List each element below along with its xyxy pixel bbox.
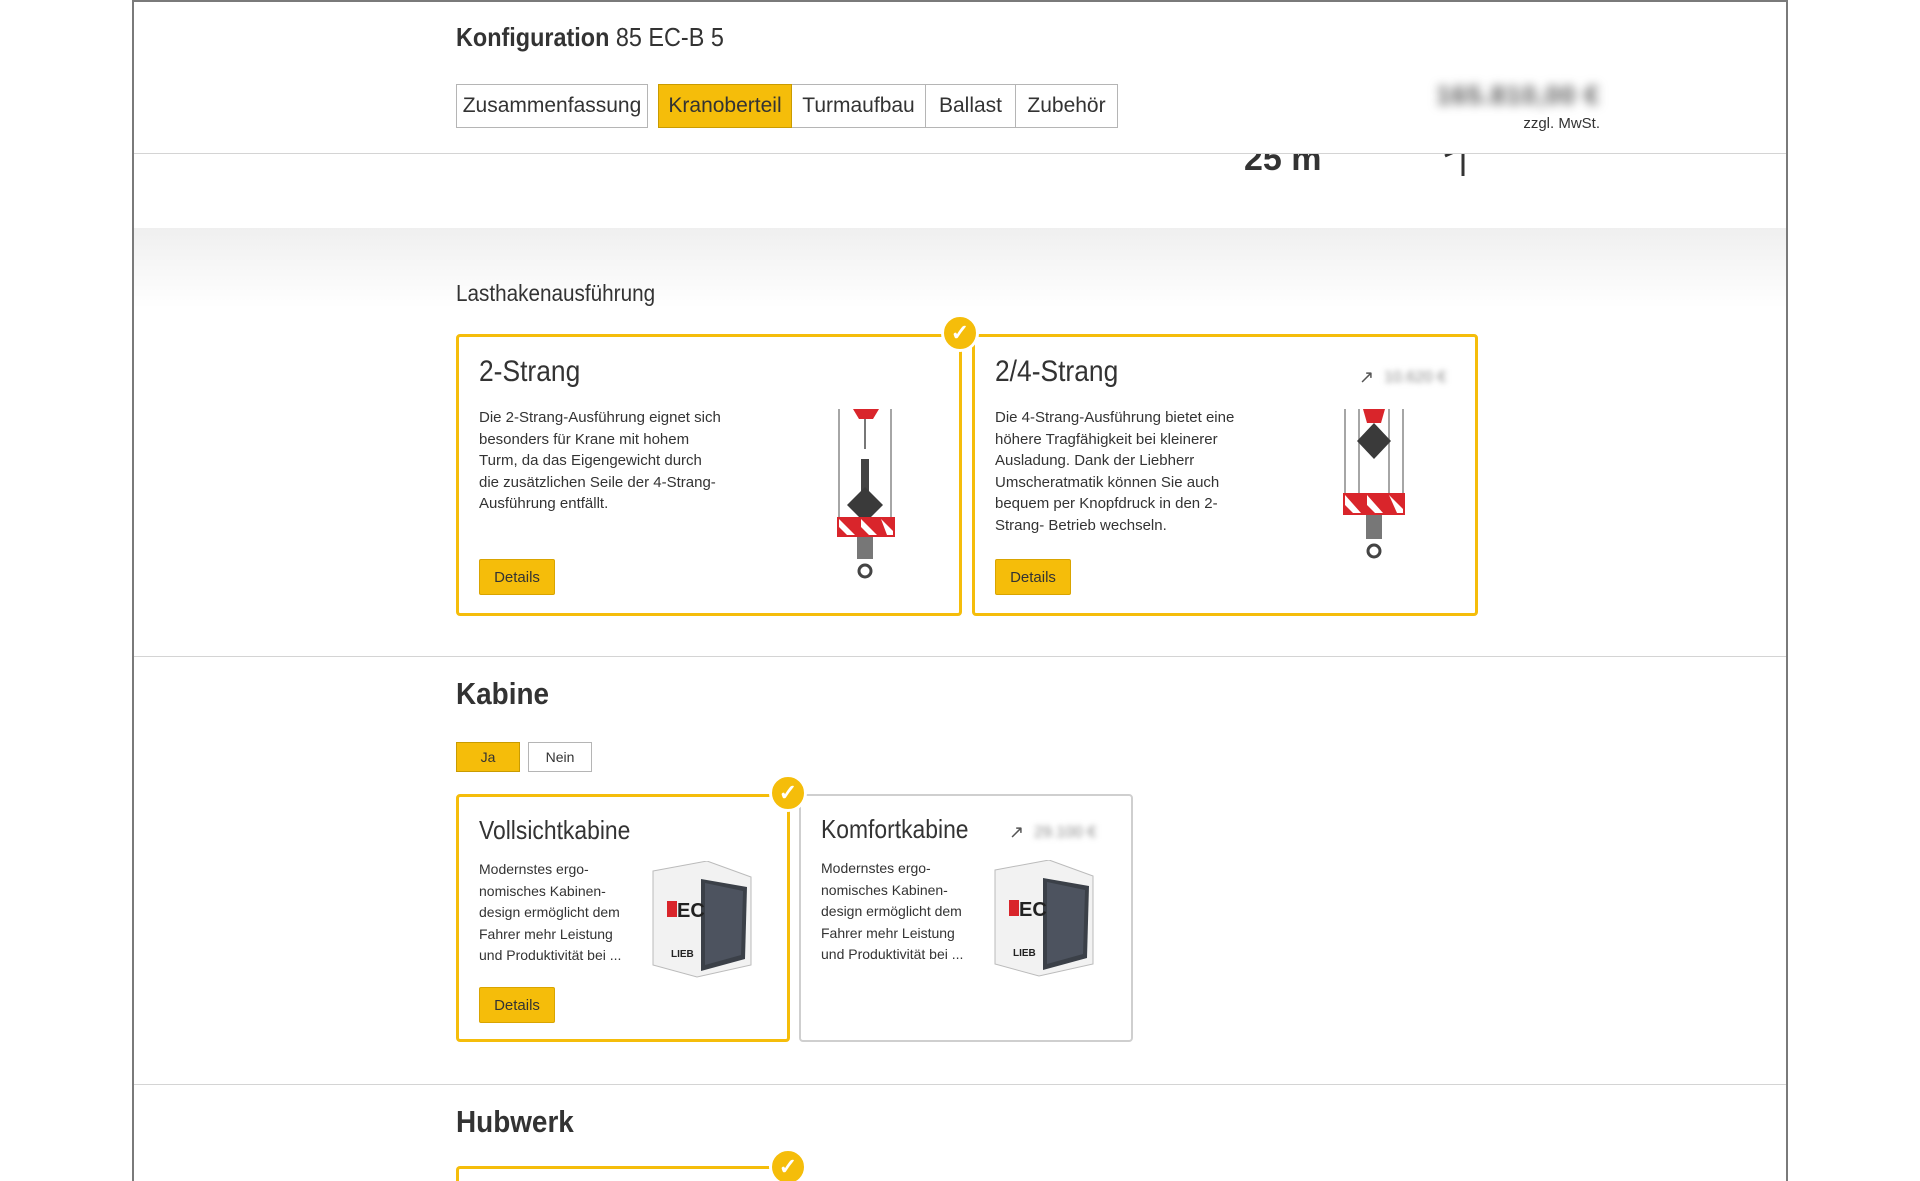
desc-line: und Produktivität bei ... xyxy=(479,947,622,963)
desc-line: Die 2-Strang-Ausführung eignet sich xyxy=(479,409,721,426)
vat-note: zzgl. MwSt. xyxy=(1523,115,1600,132)
total-price-value: 165.810,00 € xyxy=(1436,80,1600,110)
selected-check-icon: ✓ xyxy=(769,1148,807,1181)
cabin-image: EC LIEB xyxy=(994,860,1094,977)
desc-line: die zusätzlichen Seile der 4-Strang- xyxy=(479,473,716,491)
config-tabs: Zusammenfassung Kranoberteil Turmaufbau … xyxy=(456,84,1118,128)
option-price: ↗ 10.620 € xyxy=(1359,367,1446,388)
cabin-image: EC LIEB xyxy=(652,861,752,978)
selected-check-icon: ✓ xyxy=(769,774,807,812)
toggle-nein[interactable]: Nein xyxy=(528,742,592,772)
desc-line: Fahrer mehr Leistung xyxy=(821,924,955,941)
tab-kranoberteil[interactable]: Kranoberteil xyxy=(658,84,792,128)
arrow-up-right-icon: ↗ xyxy=(1359,367,1375,387)
page-title-bold: Konfiguration xyxy=(456,22,610,52)
toggle-ja[interactable]: Ja xyxy=(456,742,520,772)
option-description: Die 4-Strang-Ausführung bietet eine höhe… xyxy=(995,407,1234,536)
option-description: Modernstes ergo- nomisches Kabinen- desi… xyxy=(479,859,621,967)
svg-text:EC: EC xyxy=(1019,899,1047,921)
svg-text:LIEB: LIEB xyxy=(1013,948,1036,959)
desc-line: Fahrer mehr Leistung xyxy=(479,925,613,942)
tab-zusammenfassung[interactable]: Zusammenfassung xyxy=(456,84,648,128)
desc-line: Modernstes ergo- xyxy=(821,860,931,876)
section-band xyxy=(134,228,1786,308)
option-title: 2/4-Strang xyxy=(995,355,1119,388)
desc-line: Strang- Betrieb wechseln. xyxy=(995,516,1167,534)
arrow-up-right-icon: ↗ xyxy=(1009,822,1025,842)
desc-line: design ermöglicht dem xyxy=(821,903,962,919)
tab-turmaufbau[interactable]: Turmaufbau xyxy=(792,84,926,128)
desc-line: design ermöglicht dem xyxy=(479,904,620,920)
four-fall-hook-image xyxy=(1343,409,1405,559)
desc-line: Umscheratmatik können Sie auch xyxy=(995,473,1220,491)
desc-line: Ausführung entfällt. xyxy=(479,495,609,512)
desc-line: Die 4-Strang-Ausführung bietet eine xyxy=(995,409,1235,426)
tab-ballast[interactable]: Ballast xyxy=(926,84,1016,128)
option-title: Komfortkabine xyxy=(821,814,969,844)
desc-line: Ausladung. Dank der Liebherr xyxy=(995,452,1195,469)
option-card-vollsichtkabine[interactable]: Vollsichtkabine Modernstes ergo- nomisch… xyxy=(456,794,790,1042)
option-description: Die 2-Strang-Ausführung eignet sich beso… xyxy=(479,407,721,515)
option-title: 2-Strang xyxy=(479,355,581,388)
desc-line: bequem per Knopfdruck in den 2- xyxy=(995,495,1218,512)
section-heading-lasthaken: Lasthakenausführung xyxy=(456,280,656,306)
details-button[interactable]: Details xyxy=(479,987,555,1023)
desc-line: höhere Tragfähigkeit bei kleinerer xyxy=(995,430,1218,448)
option-price-value: 29.100 € xyxy=(1034,823,1097,841)
option-description: Modernstes ergo- nomisches Kabinen- desi… xyxy=(821,858,963,966)
section-heading-kabine: Kabine xyxy=(456,676,550,711)
desc-line: nomisches Kabinen- xyxy=(821,881,948,898)
desc-line: Modernstes ergo- xyxy=(479,861,589,877)
configurator-frame: 25 m Konfiguration 85 EC-B 5 Zusammenfas… xyxy=(132,0,1788,1181)
desc-line: nomisches Kabinen- xyxy=(479,882,606,899)
section-divider xyxy=(134,656,1786,657)
option-title: Vollsichtkabine xyxy=(479,815,631,845)
page-title-model: 85 EC-B 5 xyxy=(615,22,724,52)
details-button[interactable]: Details xyxy=(479,559,555,595)
option-price: ↗ 29.100 € xyxy=(1009,822,1096,843)
section-divider xyxy=(134,1084,1786,1085)
option-card-hubwerk[interactable] xyxy=(456,1166,790,1181)
desc-line: besonders für Krane mit hohem xyxy=(479,430,690,448)
tab-zubehoer[interactable]: Zubehör xyxy=(1016,84,1118,128)
section-heading-hubwerk: Hubwerk xyxy=(456,1104,574,1139)
option-card-komfortkabine[interactable]: Komfortkabine ↗ 29.100 € Modernstes ergo… xyxy=(799,794,1133,1042)
svg-text:EC: EC xyxy=(677,900,705,922)
total-price: 165.810,00 € zzgl. MwSt. xyxy=(1294,80,1600,132)
page-title: Konfiguration 85 EC-B 5 xyxy=(456,22,724,53)
config-header: Konfiguration 85 EC-B 5 Zusammenfassung … xyxy=(134,2,1786,154)
option-card-2-4-strang[interactable]: 2/4-Strang ↗ 10.620 € Die 4-Strang-Ausfü… xyxy=(972,334,1478,616)
details-button[interactable]: Details xyxy=(995,559,1071,595)
desc-line: Turm, da das Eigengewicht durch xyxy=(479,452,702,469)
selected-check-icon: ✓ xyxy=(941,314,979,352)
desc-line: und Produktivität bei ... xyxy=(821,946,964,962)
option-price-value: 10.620 € xyxy=(1384,368,1447,386)
svg-text:LIEB: LIEB xyxy=(671,949,694,960)
option-card-2-strang[interactable]: 2-Strang Die 2-Strang-Ausführung eignet … xyxy=(456,334,962,616)
two-fall-hook-image xyxy=(837,409,895,579)
